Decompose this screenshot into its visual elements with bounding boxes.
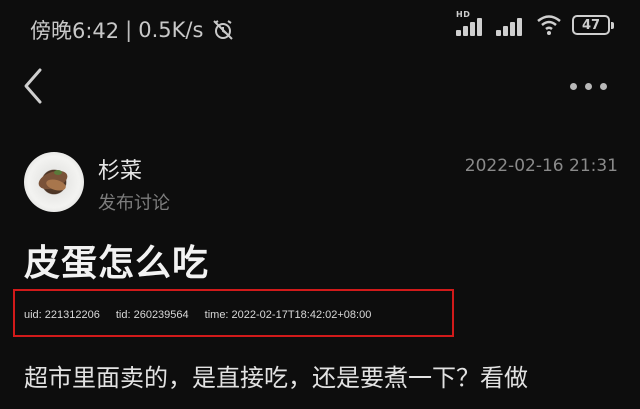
more-dot [600, 82, 607, 90]
avatar[interactable] [24, 152, 84, 212]
meta-time: time: 2022-02-17T18:42:02+08:00 [204, 309, 372, 321]
signal-icon [496, 14, 526, 36]
app-screen: 傍晚6:42 | 0.5K/s HD 47 杉菜 发布讨论 2022-02-16… [0, 0, 640, 409]
more-button[interactable] [570, 74, 614, 98]
post-date: 2022-02-16 21:31 [464, 156, 618, 176]
post-body: 超市里面卖的，是直接吃，还是要煮一下？看做 [24, 364, 528, 392]
status-right: HD 47 [456, 10, 614, 36]
more-horizontal-icon [570, 82, 577, 90]
author-name[interactable]: 杉菜 [98, 153, 142, 185]
status-bar: 傍晚6:42 | 0.5K/s HD 47 [0, 0, 640, 56]
signal-hd-icon: HD [456, 10, 486, 36]
status-net-speed: 0.5K/s [138, 18, 204, 42]
status-left: 傍晚6:42 | 0.5K/s [30, 15, 235, 45]
network-hd-label: HD [456, 10, 471, 19]
status-time: 傍晚6:42 [30, 19, 120, 43]
battery-icon: 47 [572, 15, 614, 35]
more-dot [585, 82, 592, 90]
meta-tid: tid: 260239564 [115, 309, 189, 321]
wifi-icon [536, 14, 562, 36]
post-title: 皮蛋怎么吃 [24, 243, 210, 284]
alarm-off-icon [211, 18, 235, 42]
meta-uid: uid: 221312206 [24, 309, 100, 321]
battery-level: 47 [581, 17, 601, 33]
chevron-left-icon [24, 68, 42, 104]
nav-bar [0, 56, 640, 122]
post-meta: uid: 221312206 tid: 260239564 time: 2022… [24, 309, 371, 321]
back-button[interactable] [14, 64, 54, 108]
author-action: 发布讨论 [98, 193, 170, 214]
avatar-garnish [54, 170, 62, 175]
status-separator: | [125, 18, 133, 42]
